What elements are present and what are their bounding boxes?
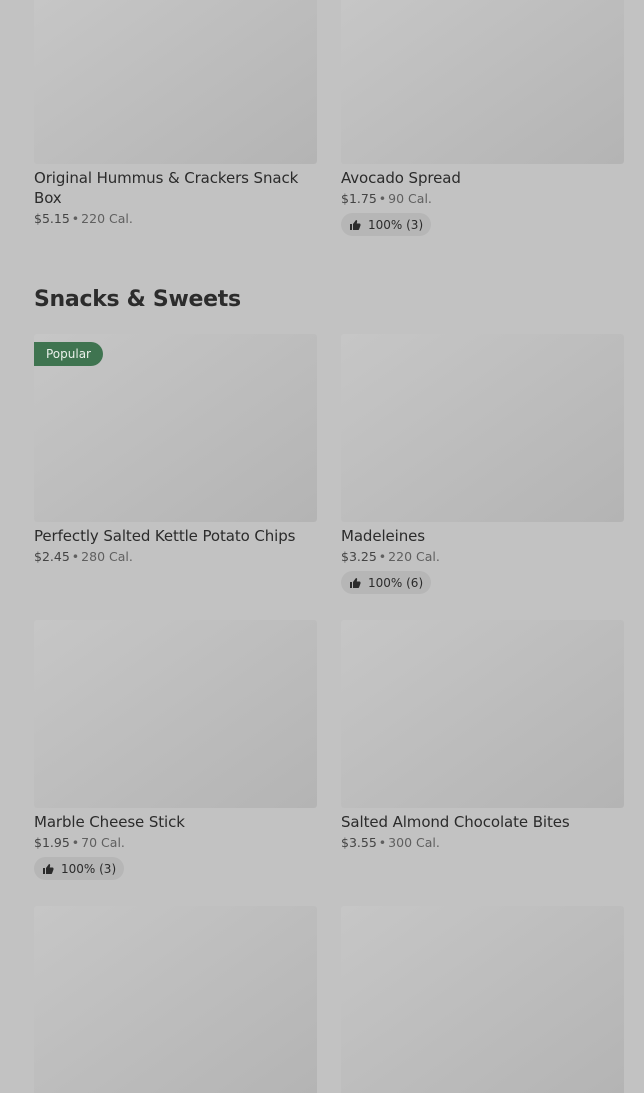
item-price: $2.45 <box>34 549 70 564</box>
item-name: Original Hummus & Crackers Snack Box <box>34 169 299 207</box>
meta-separator: • <box>378 835 387 850</box>
item-price: $5.15 <box>34 211 70 226</box>
menu-item-card[interactable]: Madeleines $3.25 • 220 Cal. 100% (6) <box>341 334 624 594</box>
popular-badge: Popular <box>34 342 103 366</box>
menu-item-card[interactable]: Avocado Spread $1.75 • 90 Cal. 100% (3) <box>341 0 624 236</box>
item-price: $1.95 <box>34 835 70 850</box>
item-name: Perfectly Salted Kettle Potato Chips <box>34 527 296 545</box>
item-price: $1.75 <box>341 191 377 206</box>
meta-separator: • <box>378 549 387 564</box>
rating-pill: 100% (3) <box>34 857 125 880</box>
item-meta: $2.45 • 280 Cal. <box>34 548 317 566</box>
rating-pill: 100% (3) <box>341 213 432 236</box>
item-meta: $1.75 • 90 Cal. <box>341 190 624 208</box>
item-calories: 220 Cal. <box>81 211 133 226</box>
rating-text: 100% (3) <box>368 217 424 232</box>
rating-text: 100% (6) <box>368 575 424 590</box>
item-meta: $5.15 • 220 Cal. <box>34 210 317 228</box>
rating-text: 100% (3) <box>61 861 117 876</box>
item-image[interactable] <box>341 0 624 164</box>
item-calories: 70 Cal. <box>81 835 125 850</box>
item-image[interactable]: Popular <box>34 334 317 522</box>
item-meta: $1.95 • 70 Cal. <box>34 834 317 852</box>
item-image[interactable] <box>341 620 624 808</box>
meta-separator: • <box>71 549 80 564</box>
section-title: Snacks & Sweets <box>34 287 241 312</box>
item-price: $3.55 <box>341 835 377 850</box>
menu-item-card[interactable] <box>341 906 624 1093</box>
thumbs-up-icon <box>43 863 54 874</box>
item-calories: 280 Cal. <box>81 549 133 564</box>
menu-item-card[interactable]: Marble Cheese Stick $1.95 • 70 Cal. 100% (… <box>34 620 317 880</box>
item-meta: $3.25 • 220 Cal. <box>341 548 624 566</box>
menu-item-card[interactable]: Popular Perfectly Salted Kettle Potato C… <box>34 334 317 566</box>
item-image[interactable] <box>34 0 317 164</box>
item-name: Madeleines <box>341 527 425 545</box>
item-image[interactable] <box>34 906 317 1093</box>
item-calories: 300 Cal. <box>388 835 440 850</box>
item-name: Avocado Spread <box>341 169 461 187</box>
item-image[interactable] <box>34 620 317 808</box>
item-price: $3.25 <box>341 549 377 564</box>
item-calories: 90 Cal. <box>388 191 432 206</box>
meta-separator: • <box>71 835 80 850</box>
menu-item-card[interactable] <box>34 906 317 1093</box>
menu-item-card[interactable]: Original Hummus & Crackers Snack Box $5.… <box>34 0 317 228</box>
item-image[interactable] <box>341 906 624 1093</box>
meta-separator: • <box>71 211 80 226</box>
menu-item-card[interactable]: Salted Almond Chocolate Bites $3.55 • 300 … <box>341 620 624 852</box>
item-calories: 220 Cal. <box>388 549 440 564</box>
meta-separator: • <box>378 191 387 206</box>
rating-pill: 100% (6) <box>341 571 432 594</box>
item-name: Marble Cheese Stick <box>34 813 185 831</box>
thumbs-up-icon <box>350 219 361 230</box>
thumbs-up-icon <box>350 577 361 588</box>
item-name: Salted Almond Chocolate Bites <box>341 813 570 831</box>
item-meta: $3.55 • 300 Cal. <box>341 834 624 852</box>
menu-page: Original Hummus & Crackers Snack Box $5.… <box>0 0 644 1093</box>
item-image[interactable] <box>341 334 624 522</box>
